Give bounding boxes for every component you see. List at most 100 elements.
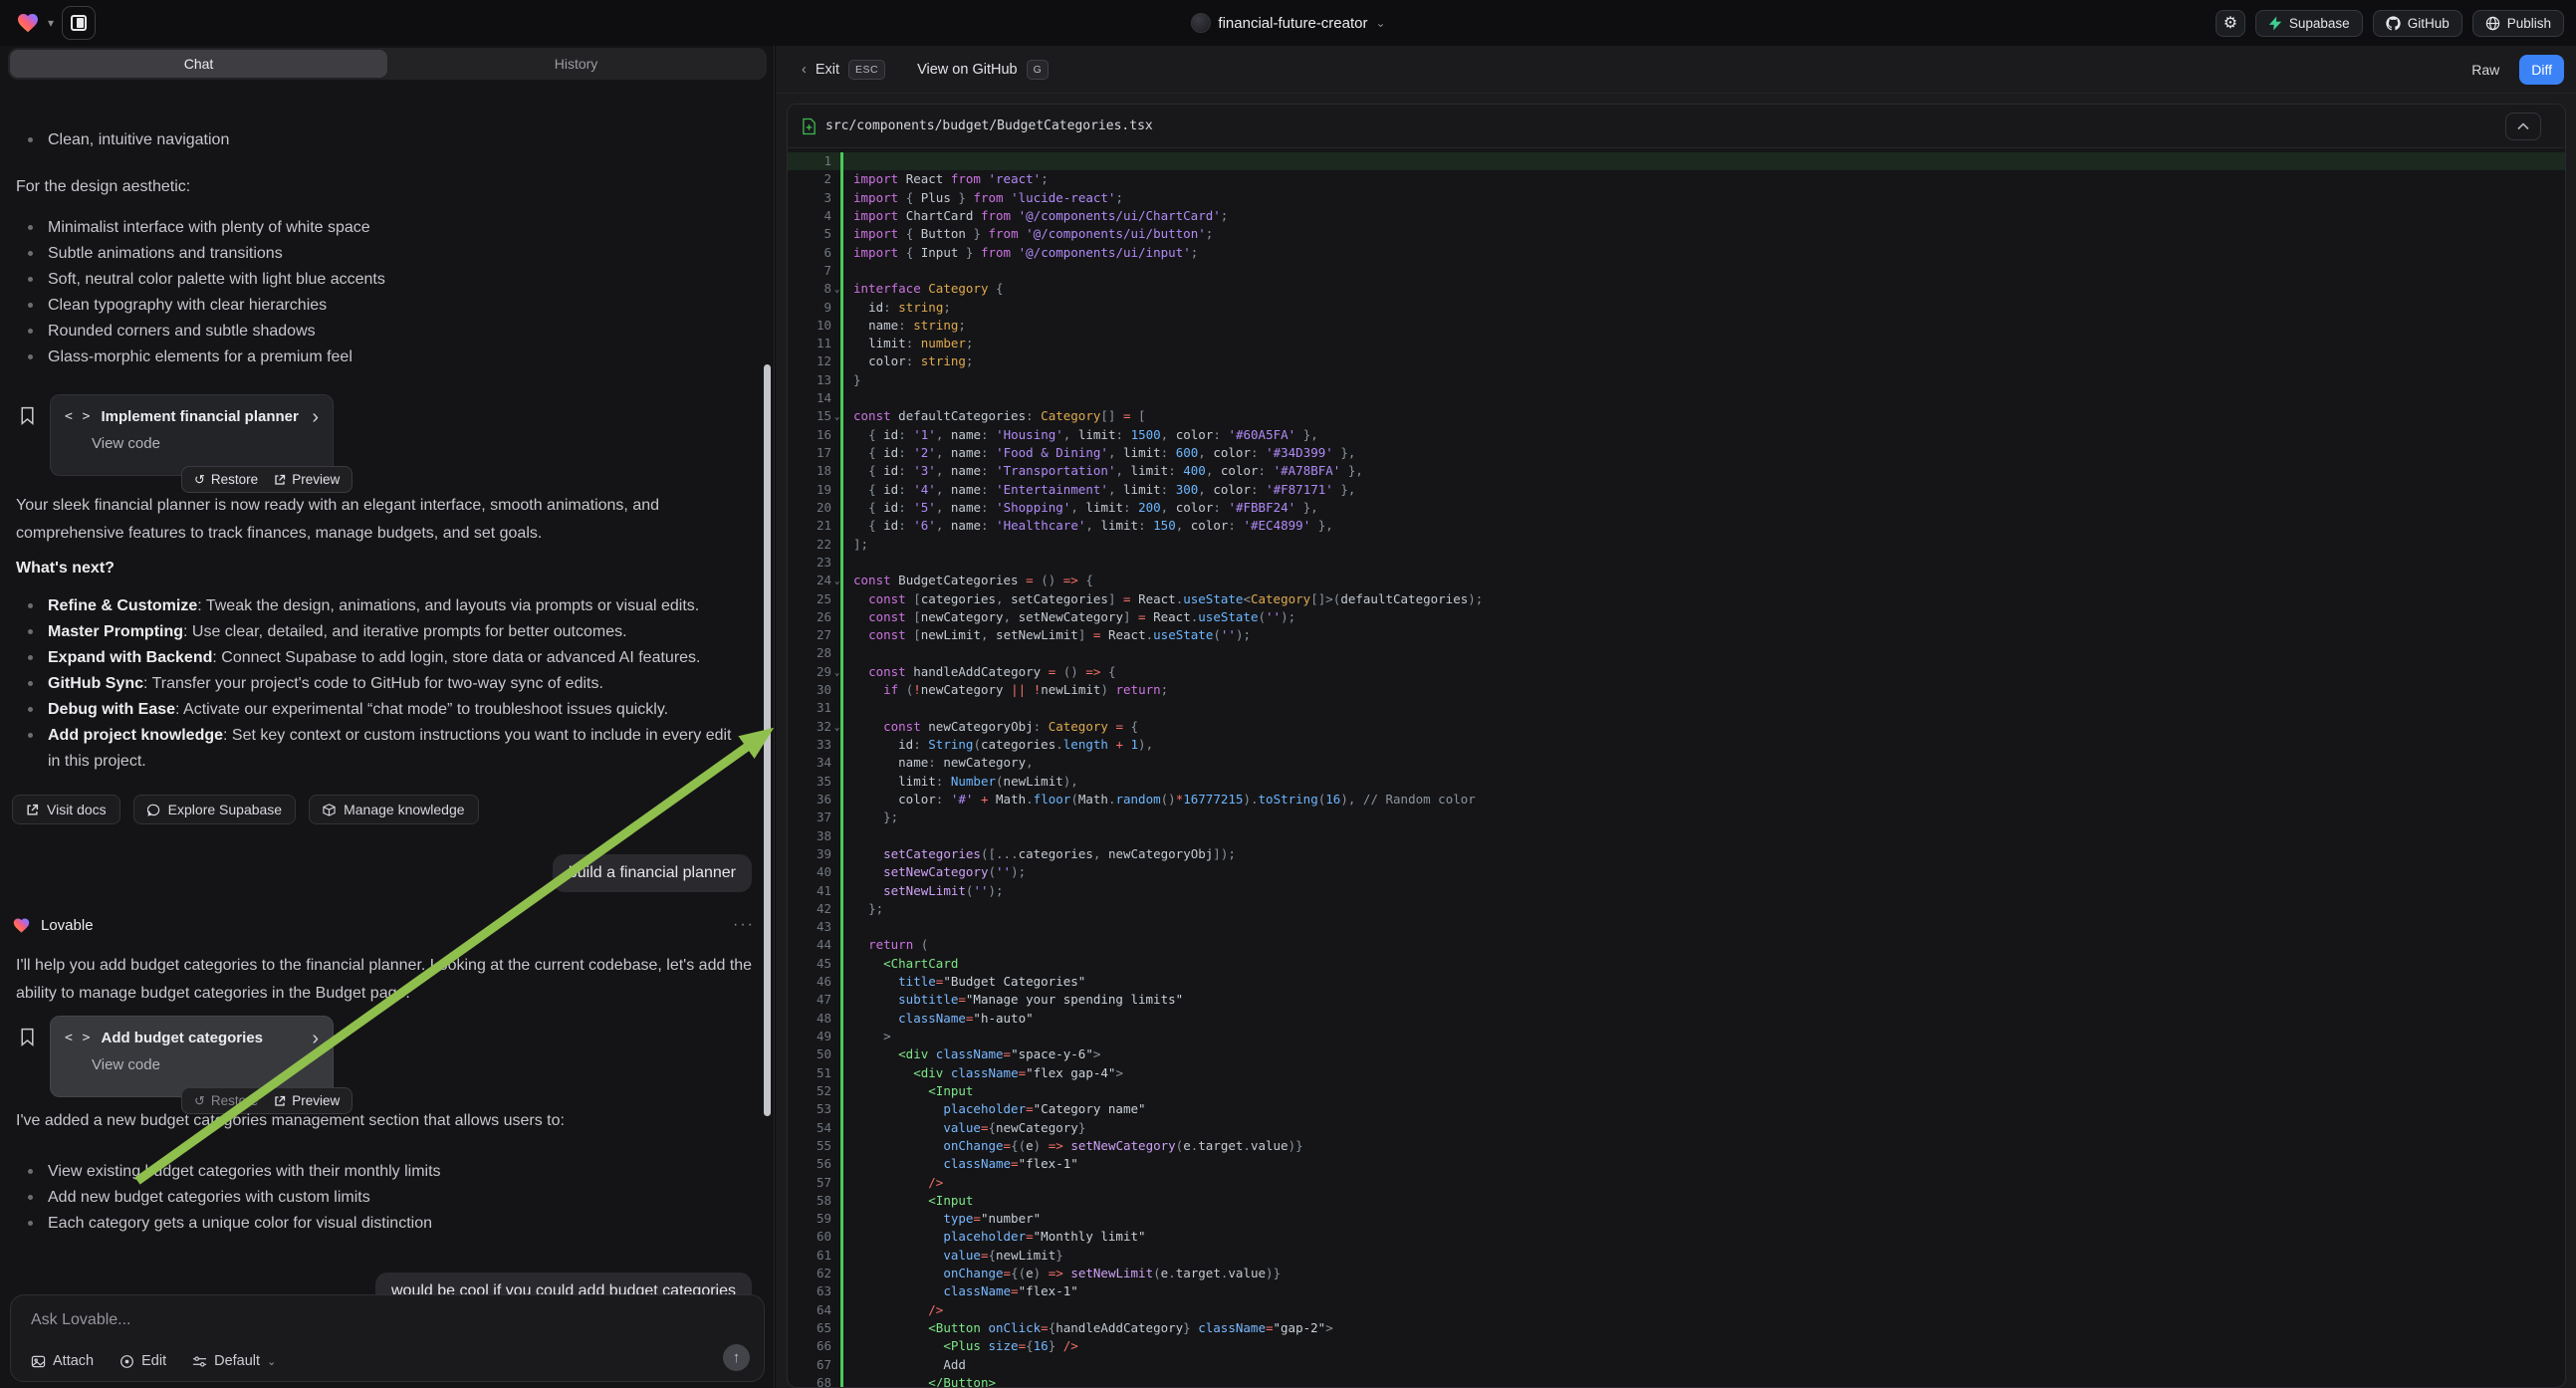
version-card[interactable]: < >Add budget categories›View code xyxy=(50,1016,334,1097)
project-name[interactable]: financial-future-creator xyxy=(1218,15,1367,32)
code-line: 50 <div className="space-y-6"> xyxy=(788,1045,2565,1063)
line-number: 61 xyxy=(788,1247,831,1265)
list-item: Rounded corners and subtle shadows xyxy=(16,319,743,345)
code-line: 22]; xyxy=(788,536,2565,554)
project-icon xyxy=(1190,13,1210,33)
diff-added-bar xyxy=(840,1119,843,1137)
chat-panel: Chat History Clean, intuitive navigation… xyxy=(0,46,775,1388)
toggle-sidebar-button[interactable] xyxy=(62,6,96,40)
attach-button[interactable]: Attach xyxy=(31,1353,94,1369)
bookmark-icon[interactable] xyxy=(20,1028,35,1046)
supabase-bolt-icon xyxy=(2268,16,2282,31)
edit-mode-button[interactable]: Edit xyxy=(119,1353,166,1369)
code-line: 38 xyxy=(788,827,2565,845)
line-number: 57 xyxy=(788,1174,831,1192)
composer-placeholder[interactable]: Ask Lovable... xyxy=(31,1311,131,1329)
fold-chevron-icon[interactable]: ⌄ xyxy=(834,664,839,682)
more-menu-icon[interactable]: ··· xyxy=(733,916,755,934)
line-number: 41 xyxy=(788,882,831,900)
version-card-title: Add budget categories xyxy=(101,1030,263,1046)
chat-scrollbar[interactable] xyxy=(764,364,771,1116)
diff-added-bar xyxy=(840,371,843,389)
composer[interactable]: Ask Lovable... Attach Edit Default ⌄ ↑ xyxy=(10,1294,765,1382)
code-line: 29⌄ const handleAddCategory = () => { xyxy=(788,663,2565,681)
diff-added-bar xyxy=(840,736,843,754)
diff-added-bar xyxy=(840,1319,843,1337)
diff-added-bar xyxy=(840,517,843,535)
diff-added-bar xyxy=(840,1228,843,1246)
diff-added-bar xyxy=(840,900,843,918)
chevron-right-icon[interactable]: › xyxy=(312,1032,319,1045)
line-number: 22 xyxy=(788,536,831,554)
exit-button[interactable]: Exit xyxy=(816,62,839,78)
code-line: 55 onChange={(e) => setNewCategory(e.tar… xyxy=(788,1137,2565,1155)
preview-button[interactable]: Preview xyxy=(274,472,340,487)
diff-added-bar xyxy=(840,590,843,608)
code-line: 1 xyxy=(788,152,2565,170)
fold-chevron-icon[interactable]: ⌄ xyxy=(834,281,839,299)
chevron-right-icon[interactable]: › xyxy=(312,410,319,424)
line-number: 65 xyxy=(788,1319,831,1337)
tab-chat[interactable]: Chat xyxy=(10,50,387,78)
view-code-link[interactable]: View code xyxy=(92,1056,319,1073)
raw-toggle-button[interactable]: Raw xyxy=(2459,55,2511,85)
fold-chevron-icon[interactable]: ⌄ xyxy=(834,408,839,426)
list-item: Clean typography with clear hierarchies xyxy=(16,293,743,319)
send-button[interactable]: ↑ xyxy=(723,1344,750,1371)
list-item: Each category gets a unique color for vi… xyxy=(16,1211,743,1237)
version-card[interactable]: < >Implement financial planner›View code xyxy=(50,394,334,476)
diff-added-bar xyxy=(840,189,843,207)
line-number: 12 xyxy=(788,352,831,370)
lovable-heart-icon[interactable] xyxy=(16,12,40,34)
code-line: 43 xyxy=(788,918,2565,936)
diff-added-bar xyxy=(840,1028,843,1045)
bookmark-icon[interactable] xyxy=(20,406,35,425)
restore-button[interactable]: ↺Restore xyxy=(194,472,258,488)
diff-added-bar xyxy=(840,1282,843,1300)
code-editor[interactable]: 12import React from 'react';3import { Pl… xyxy=(788,148,2565,1387)
line-number: 2 xyxy=(788,170,831,188)
manage-knowledge-button[interactable]: Manage knowledge xyxy=(309,795,478,824)
file-added-icon xyxy=(802,117,817,135)
card-actions: ↺Restore Preview xyxy=(181,466,352,493)
line-number: 21 xyxy=(788,517,831,535)
visit-docs-button[interactable]: Visit docs xyxy=(12,795,120,824)
view-code-link[interactable]: View code xyxy=(92,435,319,452)
chevron-down-icon[interactable]: ▾ xyxy=(48,16,54,30)
supabase-button[interactable]: Supabase xyxy=(2255,10,2363,37)
line-number: 42 xyxy=(788,900,831,918)
diff-added-bar xyxy=(840,481,843,499)
diff-toggle-button[interactable]: Diff xyxy=(2519,55,2564,85)
code-view-panel: ‹ Exit ESC View on GitHub G Raw Diff src… xyxy=(776,46,2576,1388)
github-button[interactable]: GitHub xyxy=(2373,10,2462,37)
settings-button[interactable]: ⚙ xyxy=(2216,10,2245,37)
preview-button[interactable]: Preview xyxy=(274,1093,340,1108)
code-line: 42 }; xyxy=(788,900,2565,918)
view-on-github-button[interactable]: View on GitHub xyxy=(917,62,1017,78)
chevron-left-icon[interactable]: ‹ xyxy=(802,62,807,78)
diff-added-bar xyxy=(840,1010,843,1028)
target-icon xyxy=(119,1354,134,1369)
line-number: 49 xyxy=(788,1028,831,1045)
tab-history[interactable]: History xyxy=(387,50,765,78)
code-line: 13} xyxy=(788,371,2565,389)
explore-supabase-button[interactable]: Explore Supabase xyxy=(133,795,296,824)
fold-chevron-icon[interactable]: ⌄ xyxy=(834,573,839,590)
code-line: 39 setCategories([...categories, newCate… xyxy=(788,845,2565,863)
lovable-heart-icon xyxy=(12,917,31,934)
collapse-file-button[interactable] xyxy=(2505,113,2541,140)
line-number: 62 xyxy=(788,1265,831,1282)
diff-added-bar xyxy=(840,1265,843,1282)
diff-added-bar xyxy=(840,1301,843,1319)
chevron-down-icon[interactable]: ⌄ xyxy=(1376,16,1386,30)
list-item: Clean, intuitive navigation xyxy=(16,127,743,153)
line-number: 35 xyxy=(788,773,831,791)
code-line: 16 { id: '1', name: 'Housing', limit: 15… xyxy=(788,426,2565,444)
fold-chevron-icon[interactable]: ⌄ xyxy=(834,719,839,737)
publish-button[interactable]: Publish xyxy=(2472,10,2564,37)
file-header[interactable]: src/components/budget/BudgetCategories.t… xyxy=(788,105,2565,148)
code-line: 57 /> xyxy=(788,1174,2565,1192)
line-number: 9 xyxy=(788,299,831,317)
mode-selector[interactable]: Default ⌄ xyxy=(192,1353,276,1369)
line-number: 8 xyxy=(788,280,831,298)
